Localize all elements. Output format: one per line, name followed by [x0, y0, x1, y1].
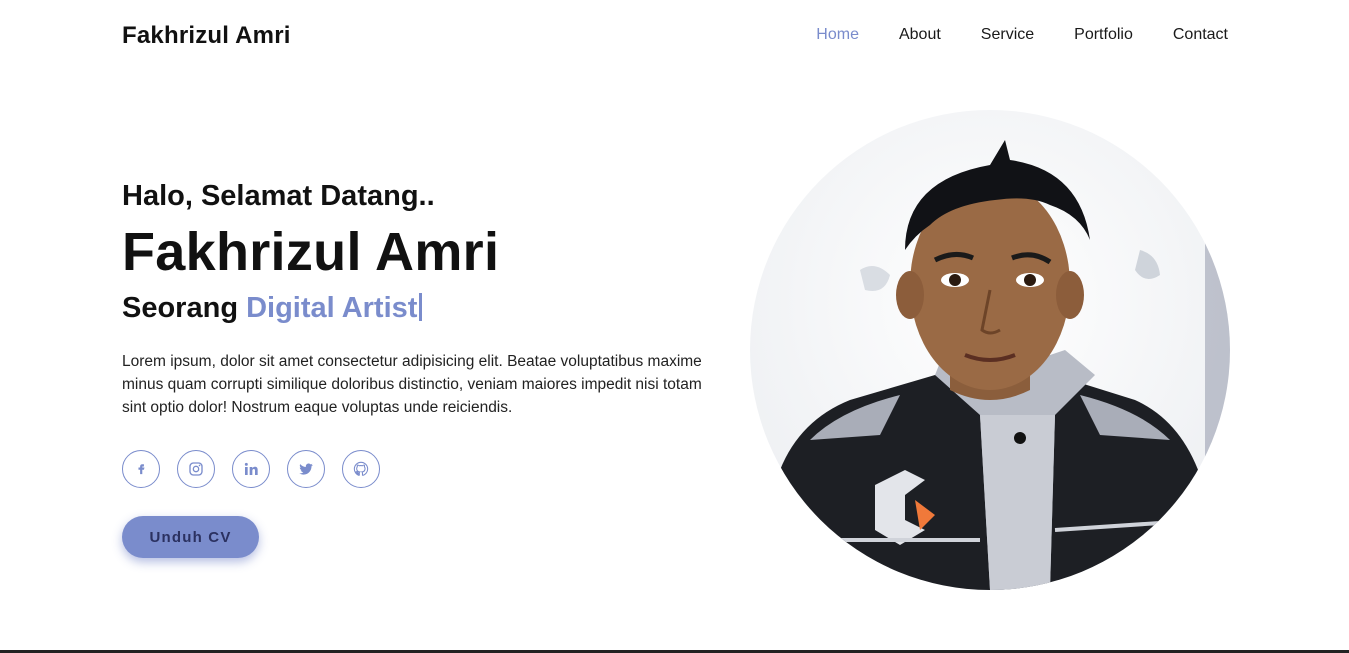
github-icon — [353, 461, 369, 476]
typing-cursor — [419, 293, 423, 321]
profile-photo — [750, 110, 1230, 590]
role-highlight: Digital Artist — [246, 292, 418, 324]
nav-contact[interactable]: Contact — [1173, 26, 1228, 44]
site-header: Fakhrizul Amri Home About Service Portfo… — [0, 0, 1349, 72]
role-prefix: Seorang — [122, 292, 239, 324]
main-nav: Home About Service Portfolio Contact — [816, 26, 1228, 44]
linkedin-link[interactable] — [232, 450, 270, 488]
hero-greeting: Halo, Selamat Datang.. — [122, 180, 435, 212]
download-cv-button[interactable]: Unduh CV — [122, 516, 259, 558]
instagram-link[interactable] — [177, 450, 215, 488]
twitter-icon — [299, 463, 313, 475]
facebook-link[interactable] — [122, 450, 160, 488]
site-logo[interactable]: Fakhrizul Amri — [122, 22, 291, 50]
hero-content: Halo, Selamat Datang.. Fakhrizul Amri Se… — [122, 178, 722, 558]
hero-role: Seorang Digital Artist — [122, 290, 722, 326]
facebook-icon — [138, 464, 145, 475]
linkedin-icon — [244, 462, 258, 475]
nav-home[interactable]: Home — [816, 26, 859, 44]
nav-about[interactable]: About — [899, 26, 941, 44]
hero-description: Lorem ipsum, dolor sit amet consectetur … — [122, 353, 702, 416]
portrait-illustration — [750, 110, 1230, 590]
github-link[interactable] — [342, 450, 380, 488]
nav-portfolio[interactable]: Portfolio — [1074, 26, 1133, 44]
social-links — [122, 450, 722, 488]
hero-name: Fakhrizul Amri — [122, 222, 500, 282]
twitter-link[interactable] — [287, 450, 325, 488]
nav-service[interactable]: Service — [981, 26, 1034, 44]
instagram-icon — [189, 462, 203, 476]
